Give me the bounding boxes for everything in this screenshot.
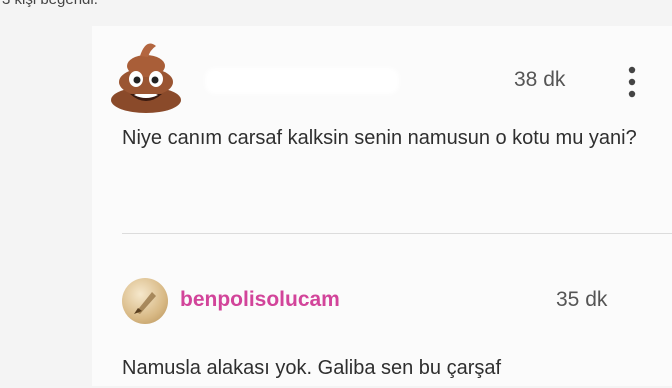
username-link[interactable]: benpolisolucam <box>180 288 340 312</box>
comments-card: 38 dk Niye canım carsaf kalksin senin na… <box>92 26 672 386</box>
likes-status: 3 kişi beğendi. <box>0 0 672 14</box>
comment-text: Namusla alakası yok. Galiba sen bu çarşa… <box>122 357 502 379</box>
hand-drawing-icon <box>134 292 156 314</box>
comment-time: 38 dk <box>514 68 566 91</box>
comment-header: benpolisolucam 35 dk <box>122 278 662 328</box>
comment-text: Niye canım carsaf kalksin senin namusun … <box>122 127 637 149</box>
poop-emoji-icon[interactable] <box>110 34 182 114</box>
comment-header: 38 dk <box>110 34 670 116</box>
avatar[interactable] <box>122 278 168 324</box>
comment-divider <box>122 233 672 234</box>
redacted-username <box>205 68 399 94</box>
comment-time: 35 dk <box>556 288 608 311</box>
more-vertical-icon[interactable] <box>625 64 639 100</box>
